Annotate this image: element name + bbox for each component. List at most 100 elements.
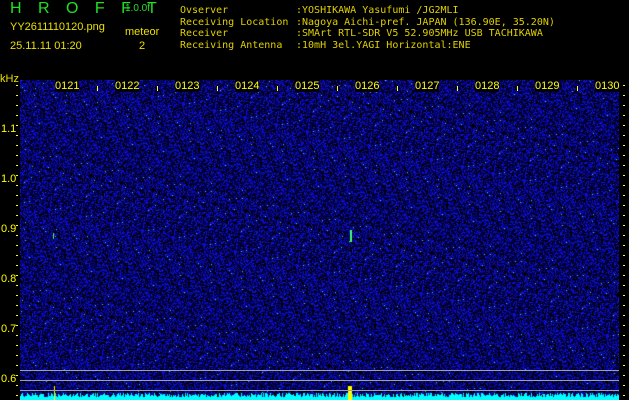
meteor-label: meteor bbox=[125, 26, 160, 38]
datetime-label: 25.11.11 01:20 bbox=[10, 40, 82, 52]
y-tick-mark bbox=[623, 225, 625, 226]
time-tick-mark bbox=[277, 86, 278, 91]
y-tick-mark bbox=[623, 175, 625, 176]
spectrogram-canvas bbox=[20, 80, 619, 400]
y-tick-mark bbox=[623, 275, 625, 276]
time-tick-mark bbox=[217, 86, 218, 91]
y-tick-mark bbox=[16, 335, 18, 336]
y-tick-mark bbox=[623, 285, 625, 286]
y-tick-mark bbox=[16, 175, 18, 176]
y-tick-mark bbox=[623, 375, 625, 376]
y-tick-label: 0.8 bbox=[1, 273, 17, 285]
y-tick-mark bbox=[16, 395, 18, 396]
y-tick-label: 0.6 bbox=[1, 373, 17, 385]
y-tick-mark bbox=[623, 165, 625, 166]
y-tick-mark bbox=[623, 385, 625, 386]
y-tick-mark bbox=[16, 355, 18, 356]
y-tick-label: 0.7 bbox=[1, 323, 17, 335]
y-tick-mark bbox=[623, 115, 625, 116]
y-tick-mark bbox=[16, 375, 18, 376]
location-label: Receiving Location bbox=[180, 16, 289, 28]
time-tick-mark bbox=[157, 86, 158, 91]
y-tick-mark bbox=[16, 85, 18, 86]
meteor-count: 2 bbox=[139, 40, 146, 52]
y-tick-mark bbox=[16, 235, 18, 236]
receiver-value: :SMArt RTL-SDR V5 52.905MHz USB TACHIKAW… bbox=[296, 28, 543, 39]
khz-unit-label: kHz bbox=[0, 73, 19, 85]
y-tick-mark bbox=[623, 255, 625, 256]
y-tick-mark bbox=[16, 95, 18, 96]
y-tick-mark bbox=[623, 315, 625, 316]
y-tick-mark bbox=[16, 285, 18, 286]
y-tick-mark bbox=[16, 325, 18, 326]
antenna-label: Receiving Antenna bbox=[180, 39, 283, 51]
y-tick-mark bbox=[623, 305, 625, 306]
y-tick-mark bbox=[16, 295, 18, 296]
y-tick-mark bbox=[623, 135, 625, 136]
observer-row: Ovserver :YOSHIKAWA Yasufumi /JG2MLI bbox=[180, 5, 555, 17]
y-tick-label: 1.0 bbox=[1, 173, 17, 185]
y-tick-mark bbox=[623, 365, 625, 366]
y-tick-mark bbox=[16, 125, 18, 126]
reference-line bbox=[20, 380, 619, 381]
y-tick-mark bbox=[623, 105, 625, 106]
y-tick-mark bbox=[623, 235, 625, 236]
y-tick-mark bbox=[16, 305, 18, 306]
y-tick-mark bbox=[623, 325, 625, 326]
y-tick-mark bbox=[623, 245, 625, 246]
y-tick-mark bbox=[16, 185, 18, 186]
time-label: 0122 bbox=[115, 80, 140, 92]
y-tick-mark bbox=[16, 155, 18, 156]
y-tick-mark bbox=[16, 255, 18, 256]
receiver-row: Receiver :SMArt RTL-SDR V5 52.905MHz USB … bbox=[180, 28, 555, 40]
y-tick-mark bbox=[623, 345, 625, 346]
y-tick-mark bbox=[623, 265, 625, 266]
antenna-row: Receiving Antenna:10mH 3el.YAGI Horizont… bbox=[180, 40, 555, 52]
y-tick-mark bbox=[623, 95, 625, 96]
y-tick-mark bbox=[16, 225, 18, 226]
y-tick-mark bbox=[623, 195, 625, 196]
y-tick-mark bbox=[16, 245, 18, 246]
observer-value: :YOSHIKAWA Yasufumi /JG2MLI bbox=[296, 5, 459, 16]
time-label: 0125 bbox=[295, 80, 320, 92]
reference-line bbox=[20, 370, 619, 371]
time-label: 0130 bbox=[595, 80, 620, 92]
time-tick-mark bbox=[97, 86, 98, 91]
time-label: 0123 bbox=[175, 80, 200, 92]
time-tick-mark bbox=[517, 86, 518, 91]
y-tick-mark bbox=[16, 365, 18, 366]
y-tick-mark bbox=[623, 295, 625, 296]
y-tick-mark bbox=[16, 165, 18, 166]
location-row: Receiving Location :Nagoya Aichi-pref. JA… bbox=[180, 17, 555, 29]
y-tick-mark bbox=[16, 135, 18, 136]
y-tick-mark bbox=[16, 385, 18, 386]
y-tick-mark bbox=[623, 215, 625, 216]
receiver-label: Receiver bbox=[180, 28, 229, 39]
y-tick-mark bbox=[623, 355, 625, 356]
y-tick-mark bbox=[16, 215, 18, 216]
y-tick-mark bbox=[16, 345, 18, 346]
station-info: Ovserver :YOSHIKAWA Yasufumi /JG2MLI Rece… bbox=[180, 5, 555, 51]
time-label: 0129 bbox=[535, 80, 560, 92]
time-label: 0124 bbox=[235, 80, 260, 92]
time-tick-mark bbox=[397, 86, 398, 91]
filename-label: YY2611110120.png bbox=[10, 21, 105, 33]
y-tick-mark bbox=[623, 395, 625, 396]
y-tick-mark bbox=[16, 115, 18, 116]
observer-label: Ovserver bbox=[180, 5, 229, 16]
y-tick-mark bbox=[623, 125, 625, 126]
time-label: 0126 bbox=[355, 80, 380, 92]
time-tick-mark bbox=[457, 86, 458, 91]
y-tick-label: 1.1 bbox=[1, 123, 17, 135]
time-tick-mark bbox=[577, 86, 578, 91]
y-tick-mark bbox=[623, 85, 625, 86]
reference-line bbox=[20, 390, 619, 391]
y-tick-mark bbox=[16, 105, 18, 106]
location-value: :Nagoya Aichi-pref. JAPAN (136.90E, 35.2… bbox=[296, 16, 555, 28]
y-tick-mark bbox=[623, 335, 625, 336]
y-tick-mark bbox=[16, 145, 18, 146]
y-tick-mark bbox=[16, 205, 18, 206]
time-label: 0121 bbox=[55, 80, 80, 92]
time-label: 0127 bbox=[415, 80, 440, 92]
y-tick-mark bbox=[16, 265, 18, 266]
